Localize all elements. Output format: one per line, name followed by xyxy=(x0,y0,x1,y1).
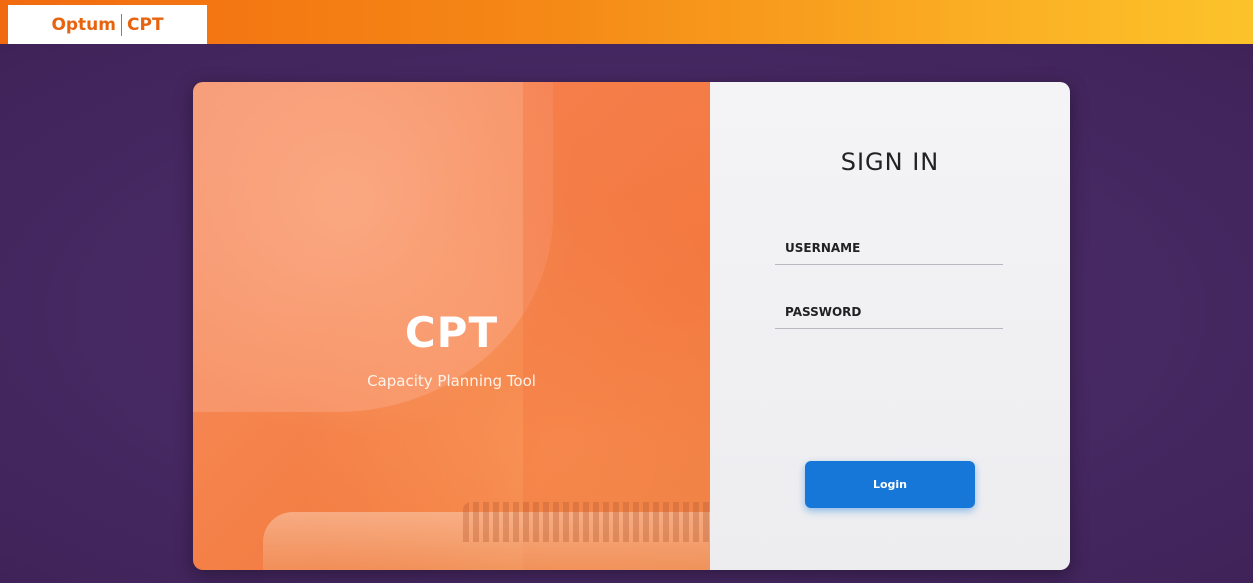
signin-panel: SIGN IN Login xyxy=(710,82,1070,570)
hero-image-shape xyxy=(193,82,553,412)
hero-subtitle: Capacity Planning Tool xyxy=(367,372,536,390)
brand-logo[interactable]: Optum CPT xyxy=(8,5,207,44)
username-input[interactable] xyxy=(775,232,1003,264)
username-field xyxy=(775,232,1003,265)
login-card: CPT Capacity Planning Tool SIGN IN Login xyxy=(193,82,1070,570)
brand-name-optum: Optum xyxy=(51,14,117,35)
hero-panel: CPT Capacity Planning Tool xyxy=(193,82,710,570)
brand-separator xyxy=(121,13,123,36)
hero-keyboard-image xyxy=(463,502,710,542)
signin-title: SIGN IN xyxy=(840,148,940,176)
login-button[interactable]: Login xyxy=(805,461,975,508)
password-field xyxy=(775,296,1003,329)
password-input[interactable] xyxy=(775,296,1003,328)
brand-name-cpt: CPT xyxy=(127,14,164,35)
hero-title: CPT xyxy=(404,308,499,357)
